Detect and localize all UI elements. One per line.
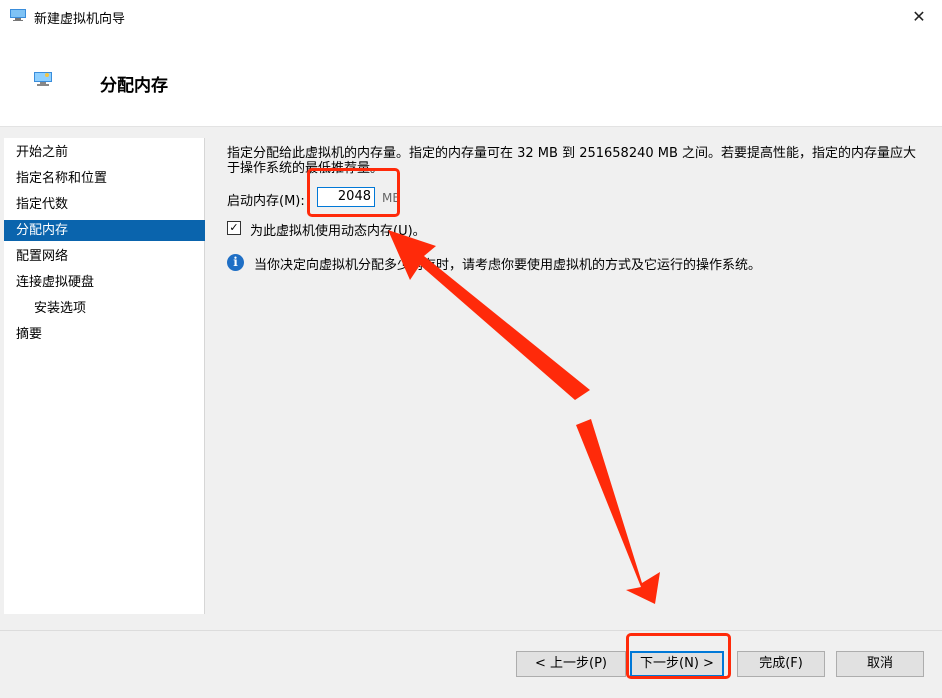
annotation-arrows <box>388 230 660 604</box>
arrow-to-memory-input <box>388 230 590 400</box>
arrow-to-next-button <box>576 419 660 604</box>
